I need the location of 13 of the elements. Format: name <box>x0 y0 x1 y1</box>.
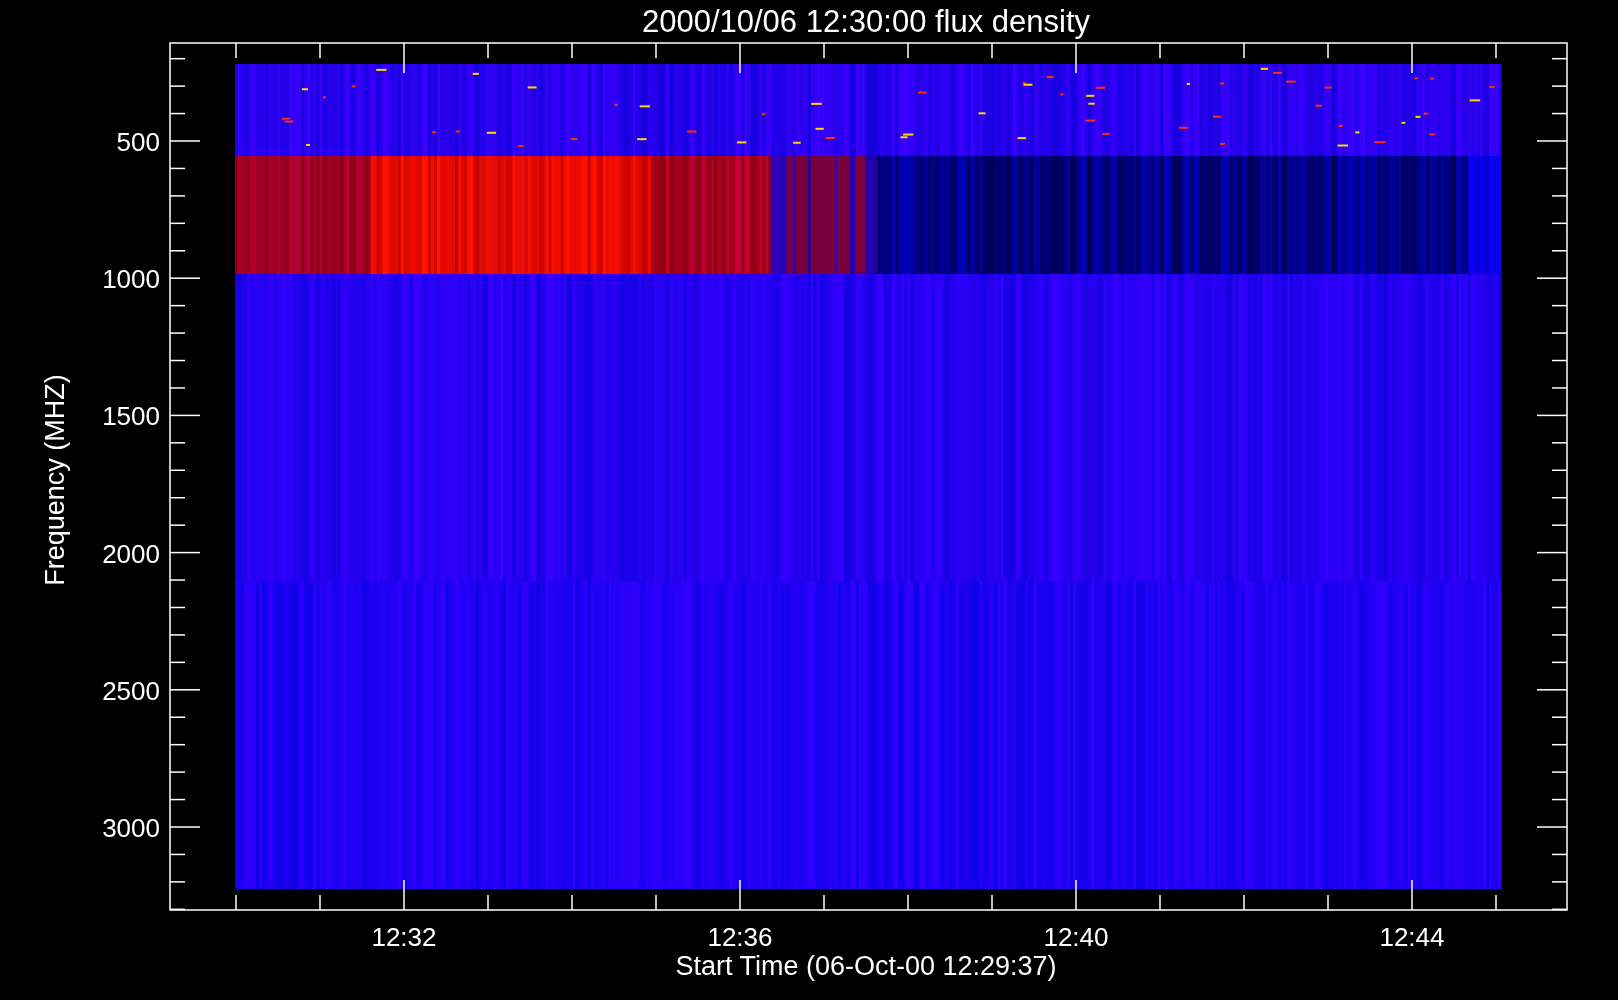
axis-tick-label: 2500 <box>102 675 160 706</box>
x-axis-label: Start Time (06-Oct-00 12:29:37) <box>675 951 1057 981</box>
plot-title: 2000/10/06 12:30:00 flux density <box>641 4 1091 39</box>
axis-tick-label: 12:32 <box>371 922 437 952</box>
axis-tick-label: 12:44 <box>1379 922 1445 952</box>
axis-tick-label: 12:40 <box>1043 922 1109 952</box>
axis-tick-label: 1500 <box>102 401 160 432</box>
axis-tick-label: 1000 <box>102 264 160 295</box>
axis-tick-label: 2000 <box>102 538 160 569</box>
axis-tick-label: 500 <box>116 127 160 157</box>
axis-tick-label: 12:36 <box>707 922 773 952</box>
y-axis-label: Frequency (MHZ) <box>40 374 70 586</box>
axis-tick-label: 3000 <box>102 813 160 843</box>
